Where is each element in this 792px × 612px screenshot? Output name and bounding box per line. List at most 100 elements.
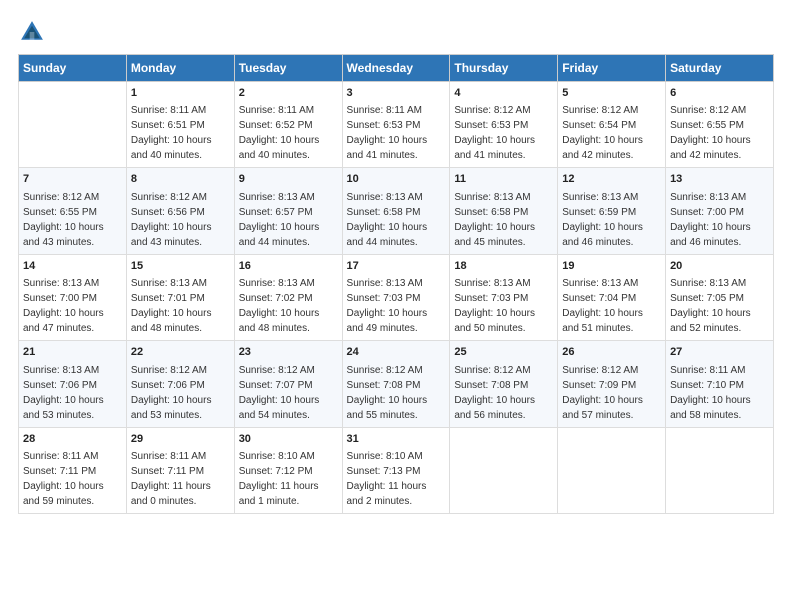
- day-number: 5: [562, 86, 661, 101]
- sunrise-text: Sunrise: 8:13 AMSunset: 7:06 PMDaylight:…: [23, 365, 104, 421]
- day-number: 14: [23, 259, 122, 274]
- day-number: 16: [239, 259, 338, 274]
- calendar-cell: 22 Sunrise: 8:12 AMSunset: 7:06 PMDaylig…: [126, 341, 234, 427]
- calendar-cell: [666, 427, 774, 513]
- sunrise-text: Sunrise: 8:13 AMSunset: 7:03 PMDaylight:…: [454, 278, 535, 334]
- calendar-cell: 30 Sunrise: 8:10 AMSunset: 7:12 PMDaylig…: [234, 427, 342, 513]
- day-header: Tuesday: [234, 55, 342, 82]
- calendar-cell: 17 Sunrise: 8:13 AMSunset: 7:03 PMDaylig…: [342, 254, 450, 340]
- day-number: 17: [347, 259, 446, 274]
- calendar-week-row: 7 Sunrise: 8:12 AMSunset: 6:55 PMDayligh…: [19, 168, 774, 254]
- calendar-cell: 9 Sunrise: 8:13 AMSunset: 6:57 PMDayligh…: [234, 168, 342, 254]
- day-number: 25: [454, 345, 553, 360]
- calendar-header-row: SundayMondayTuesdayWednesdayThursdayFrid…: [19, 55, 774, 82]
- sunrise-text: Sunrise: 8:13 AMSunset: 7:00 PMDaylight:…: [670, 192, 751, 248]
- day-number: 20: [670, 259, 769, 274]
- sunrise-text: Sunrise: 8:12 AMSunset: 7:07 PMDaylight:…: [239, 365, 320, 421]
- calendar-week-row: 1 Sunrise: 8:11 AMSunset: 6:51 PMDayligh…: [19, 82, 774, 168]
- header: [18, 18, 774, 46]
- logo: [18, 18, 50, 46]
- day-number: 15: [131, 259, 230, 274]
- day-number: 12: [562, 172, 661, 187]
- sunrise-text: Sunrise: 8:12 AMSunset: 6:54 PMDaylight:…: [562, 105, 643, 161]
- calendar-cell: 18 Sunrise: 8:13 AMSunset: 7:03 PMDaylig…: [450, 254, 558, 340]
- calendar-week-row: 28 Sunrise: 8:11 AMSunset: 7:11 PMDaylig…: [19, 427, 774, 513]
- logo-icon: [18, 18, 46, 46]
- sunrise-text: Sunrise: 8:13 AMSunset: 7:02 PMDaylight:…: [239, 278, 320, 334]
- page-container: SundayMondayTuesdayWednesdayThursdayFrid…: [0, 0, 792, 524]
- day-number: 13: [670, 172, 769, 187]
- calendar-cell: 6 Sunrise: 8:12 AMSunset: 6:55 PMDayligh…: [666, 82, 774, 168]
- calendar-cell: 12 Sunrise: 8:13 AMSunset: 6:59 PMDaylig…: [558, 168, 666, 254]
- calendar-cell: 13 Sunrise: 8:13 AMSunset: 7:00 PMDaylig…: [666, 168, 774, 254]
- day-number: 18: [454, 259, 553, 274]
- day-number: 10: [347, 172, 446, 187]
- calendar-cell: 25 Sunrise: 8:12 AMSunset: 7:08 PMDaylig…: [450, 341, 558, 427]
- day-number: 21: [23, 345, 122, 360]
- day-number: 4: [454, 86, 553, 101]
- day-number: 9: [239, 172, 338, 187]
- calendar-cell: 29 Sunrise: 8:11 AMSunset: 7:11 PMDaylig…: [126, 427, 234, 513]
- sunrise-text: Sunrise: 8:11 AMSunset: 6:52 PMDaylight:…: [239, 105, 320, 161]
- day-number: 22: [131, 345, 230, 360]
- calendar-cell: 26 Sunrise: 8:12 AMSunset: 7:09 PMDaylig…: [558, 341, 666, 427]
- sunrise-text: Sunrise: 8:11 AMSunset: 6:53 PMDaylight:…: [347, 105, 428, 161]
- sunrise-text: Sunrise: 8:11 AMSunset: 6:51 PMDaylight:…: [131, 105, 212, 161]
- calendar-cell: 4 Sunrise: 8:12 AMSunset: 6:53 PMDayligh…: [450, 82, 558, 168]
- day-header: Sunday: [19, 55, 127, 82]
- sunrise-text: Sunrise: 8:12 AMSunset: 6:56 PMDaylight:…: [131, 192, 212, 248]
- calendar-cell: 27 Sunrise: 8:11 AMSunset: 7:10 PMDaylig…: [666, 341, 774, 427]
- day-number: 29: [131, 432, 230, 447]
- calendar-cell: 16 Sunrise: 8:13 AMSunset: 7:02 PMDaylig…: [234, 254, 342, 340]
- calendar-cell: 21 Sunrise: 8:13 AMSunset: 7:06 PMDaylig…: [19, 341, 127, 427]
- day-header: Monday: [126, 55, 234, 82]
- day-number: 6: [670, 86, 769, 101]
- sunrise-text: Sunrise: 8:13 AMSunset: 7:00 PMDaylight:…: [23, 278, 104, 334]
- day-header: Thursday: [450, 55, 558, 82]
- calendar-week-row: 14 Sunrise: 8:13 AMSunset: 7:00 PMDaylig…: [19, 254, 774, 340]
- calendar-cell: 1 Sunrise: 8:11 AMSunset: 6:51 PMDayligh…: [126, 82, 234, 168]
- sunrise-text: Sunrise: 8:11 AMSunset: 7:11 PMDaylight:…: [131, 451, 211, 507]
- sunrise-text: Sunrise: 8:13 AMSunset: 6:59 PMDaylight:…: [562, 192, 643, 248]
- sunrise-text: Sunrise: 8:10 AMSunset: 7:13 PMDaylight:…: [347, 451, 427, 507]
- sunrise-text: Sunrise: 8:12 AMSunset: 7:09 PMDaylight:…: [562, 365, 643, 421]
- sunrise-text: Sunrise: 8:13 AMSunset: 6:58 PMDaylight:…: [454, 192, 535, 248]
- calendar-cell: 14 Sunrise: 8:13 AMSunset: 7:00 PMDaylig…: [19, 254, 127, 340]
- sunrise-text: Sunrise: 8:13 AMSunset: 7:03 PMDaylight:…: [347, 278, 428, 334]
- day-header: Saturday: [666, 55, 774, 82]
- calendar-cell: [19, 82, 127, 168]
- calendar-cell: 23 Sunrise: 8:12 AMSunset: 7:07 PMDaylig…: [234, 341, 342, 427]
- sunrise-text: Sunrise: 8:13 AMSunset: 7:01 PMDaylight:…: [131, 278, 212, 334]
- day-number: 30: [239, 432, 338, 447]
- day-number: 11: [454, 172, 553, 187]
- sunrise-text: Sunrise: 8:12 AMSunset: 7:08 PMDaylight:…: [454, 365, 535, 421]
- day-number: 24: [347, 345, 446, 360]
- day-number: 26: [562, 345, 661, 360]
- calendar-cell: 20 Sunrise: 8:13 AMSunset: 7:05 PMDaylig…: [666, 254, 774, 340]
- day-header: Friday: [558, 55, 666, 82]
- sunrise-text: Sunrise: 8:13 AMSunset: 7:05 PMDaylight:…: [670, 278, 751, 334]
- calendar-cell: 11 Sunrise: 8:13 AMSunset: 6:58 PMDaylig…: [450, 168, 558, 254]
- day-number: 7: [23, 172, 122, 187]
- day-number: 19: [562, 259, 661, 274]
- sunrise-text: Sunrise: 8:13 AMSunset: 6:58 PMDaylight:…: [347, 192, 428, 248]
- calendar-cell: 7 Sunrise: 8:12 AMSunset: 6:55 PMDayligh…: [19, 168, 127, 254]
- day-number: 3: [347, 86, 446, 101]
- day-header: Wednesday: [342, 55, 450, 82]
- sunrise-text: Sunrise: 8:11 AMSunset: 7:11 PMDaylight:…: [23, 451, 104, 507]
- sunrise-text: Sunrise: 8:11 AMSunset: 7:10 PMDaylight:…: [670, 365, 751, 421]
- day-number: 27: [670, 345, 769, 360]
- sunrise-text: Sunrise: 8:10 AMSunset: 7:12 PMDaylight:…: [239, 451, 319, 507]
- calendar-cell: 3 Sunrise: 8:11 AMSunset: 6:53 PMDayligh…: [342, 82, 450, 168]
- day-number: 8: [131, 172, 230, 187]
- day-number: 23: [239, 345, 338, 360]
- day-number: 2: [239, 86, 338, 101]
- calendar-week-row: 21 Sunrise: 8:13 AMSunset: 7:06 PMDaylig…: [19, 341, 774, 427]
- day-number: 28: [23, 432, 122, 447]
- calendar-cell: 2 Sunrise: 8:11 AMSunset: 6:52 PMDayligh…: [234, 82, 342, 168]
- day-number: 1: [131, 86, 230, 101]
- sunrise-text: Sunrise: 8:12 AMSunset: 7:06 PMDaylight:…: [131, 365, 212, 421]
- calendar-cell: 15 Sunrise: 8:13 AMSunset: 7:01 PMDaylig…: [126, 254, 234, 340]
- calendar-cell: 8 Sunrise: 8:12 AMSunset: 6:56 PMDayligh…: [126, 168, 234, 254]
- sunrise-text: Sunrise: 8:12 AMSunset: 6:53 PMDaylight:…: [454, 105, 535, 161]
